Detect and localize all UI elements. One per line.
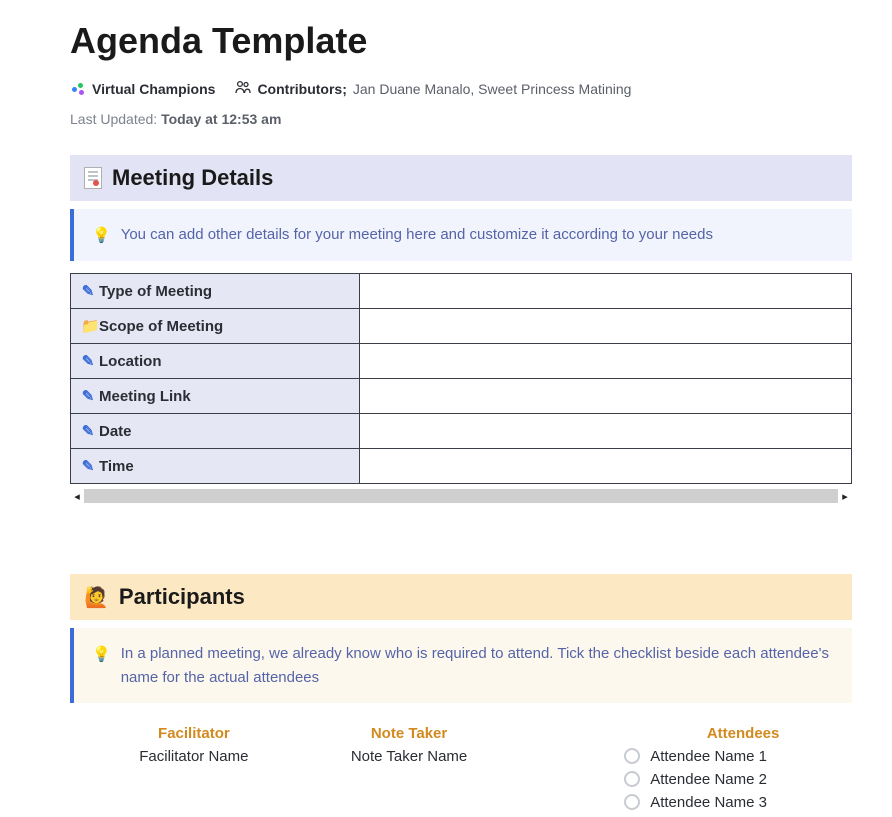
row-label[interactable]: ✎Time [71,449,360,484]
meta-row: Virtual Champions Contributors; Jan Duan… [70,80,852,97]
raise-hand-icon: 🙋 [84,585,109,610]
section-header-meeting-details: Meeting Details [70,155,852,201]
document-icon [84,167,102,189]
lightbulb-icon: 💡 [92,224,111,247]
callout-meeting-details: 💡 You can add other details for your mee… [70,209,852,261]
team-icon [70,81,86,97]
note-taker-name[interactable]: Note Taker Name [351,748,467,765]
attendee-checkbox[interactable] [624,748,640,764]
row-label[interactable]: 📁Scope of Meeting [71,309,360,344]
role-label-facilitator: Facilitator [158,725,230,742]
contributors-names: Jan Duane Manalo, Sweet Princess Matinin… [353,81,632,97]
row-label[interactable]: ✎Meeting Link [71,379,360,414]
table-row: 📁Scope of Meeting [71,309,852,344]
meeting-details-table: ✎Type of Meeting 📁Scope of Meeting ✎Loca… [70,273,852,484]
team-badge[interactable]: Virtual Champions [70,81,215,97]
row-value[interactable] [359,449,851,484]
scroll-right-icon[interactable]: ▸ [838,490,852,503]
team-name: Virtual Champions [92,81,215,97]
facilitator-name[interactable]: Facilitator Name [139,748,248,765]
role-label-attendees: Attendees [707,725,780,742]
participants-roles: Facilitator Facilitator Name Note Taker … [70,715,852,817]
callout-participants: 💡 In a planned meeting, we already know … [70,628,852,703]
section-header-participants: 🙋 Participants [70,574,852,620]
people-icon [235,80,251,97]
contributors-label: Contributors; [257,81,346,97]
attendee-item: Attendee Name 1 [624,748,767,765]
role-label-note-taker: Note Taker [371,725,447,742]
table-row: ✎Date [71,414,852,449]
attendee-name[interactable]: Attendee Name 3 [650,794,767,811]
callout-text: In a planned meeting, we already know wh… [121,642,834,689]
table-row: ✎Meeting Link [71,379,852,414]
table-row: ✎Type of Meeting [71,274,852,309]
attendee-item: Attendee Name 3 [624,794,767,811]
pencil-icon: ✎ [81,387,95,405]
lightbulb-icon: 💡 [92,643,111,666]
row-label[interactable]: ✎Location [71,344,360,379]
horizontal-scrollbar[interactable]: ◂ ▸ [70,488,852,504]
section-heading: Meeting Details [112,165,273,191]
attendee-item: Attendee Name 2 [624,771,767,788]
page-title: Agenda Template [70,20,852,62]
row-value[interactable] [359,309,851,344]
attendee-checkbox[interactable] [624,794,640,810]
contributors[interactable]: Contributors; Jan Duane Manalo, Sweet Pr… [235,80,631,97]
attendees-column: Attendees Attendee Name 1 Attendee Name … [624,725,832,817]
attendee-name[interactable]: Attendee Name 2 [650,771,767,788]
pencil-icon: ✎ [81,352,95,370]
scroll-track[interactable] [84,489,838,503]
attendee-checkbox[interactable] [624,771,640,787]
pencil-icon: ✎ [81,422,95,440]
callout-text: You can add other details for your meeti… [121,223,713,246]
row-value[interactable] [359,274,851,309]
pencil-icon: ✎ [81,282,95,300]
folder-icon: 📁 [81,317,95,335]
pencil-icon: ✎ [81,457,95,475]
table-row: ✎Time [71,449,852,484]
row-label[interactable]: ✎Date [71,414,360,449]
scroll-left-icon[interactable]: ◂ [70,490,84,503]
facilitator-column: Facilitator Facilitator Name [90,725,298,817]
attendee-name[interactable]: Attendee Name 1 [650,748,767,765]
row-value[interactable] [359,379,851,414]
last-updated: Last Updated: Today at 12:53 am [70,111,852,127]
row-label[interactable]: ✎Type of Meeting [71,274,360,309]
note-taker-column: Note Taker Note Taker Name [298,725,521,817]
table-row: ✎Location [71,344,852,379]
section-heading: Participants [119,584,245,610]
row-value[interactable] [359,414,851,449]
row-value[interactable] [359,344,851,379]
